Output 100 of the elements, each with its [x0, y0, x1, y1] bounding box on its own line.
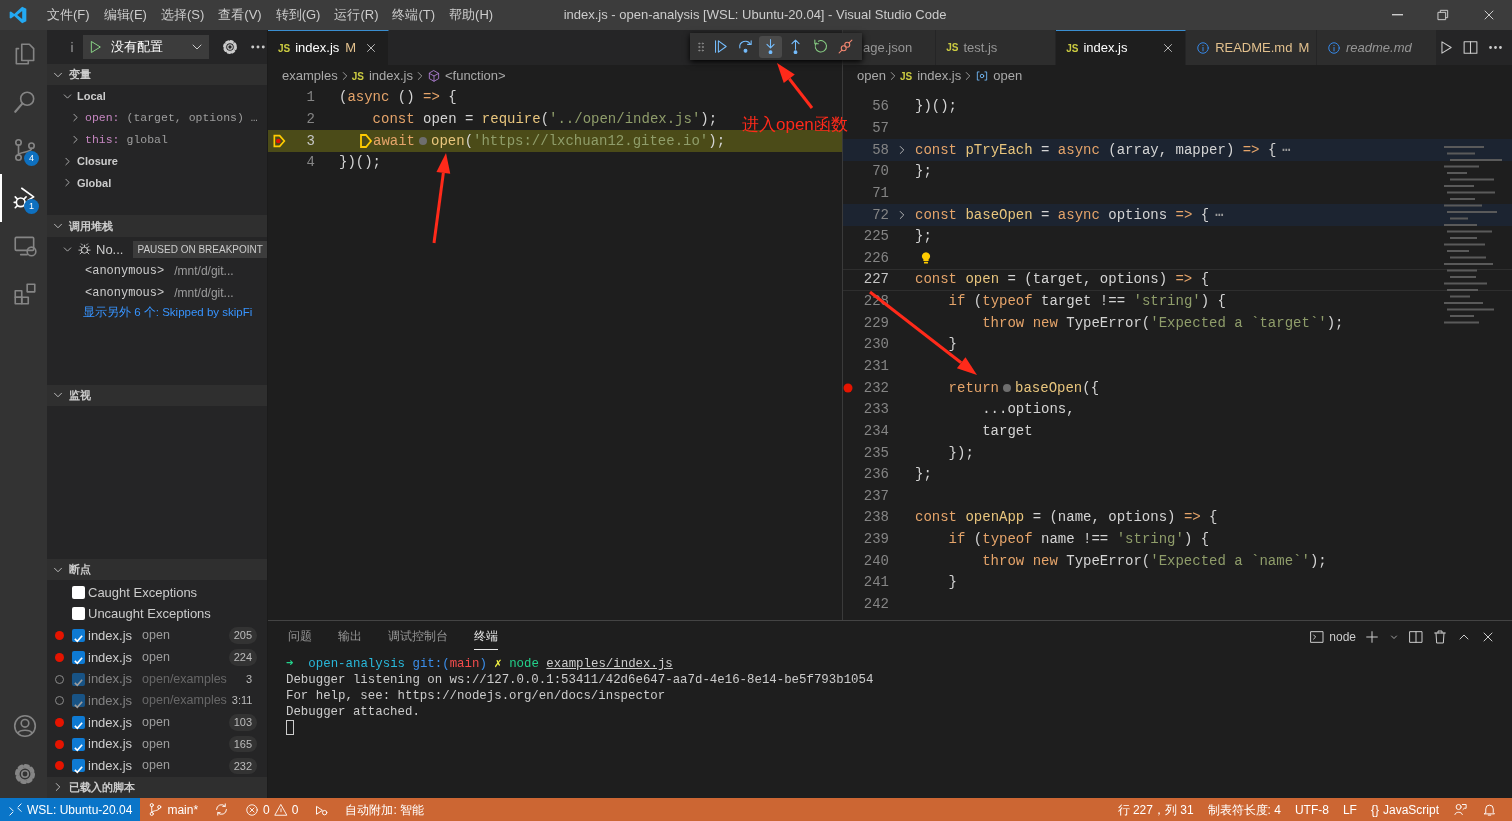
code-text: await	[373, 131, 415, 151]
warning-count[interactable]: 0	[291, 800, 299, 819]
file-name[interactable]: index.js	[88, 712, 133, 733]
pause-marker-icon	[359, 133, 373, 150]
terminal-line: Debugger attached.	[286, 704, 420, 720]
step-into-button[interactable]	[759, 35, 782, 58]
account-icon[interactable]	[11, 713, 38, 739]
section-title[interactable]: 监视	[69, 387, 91, 404]
file-name[interactable]: index.js	[88, 690, 133, 711]
line-number: 232	[862, 378, 889, 398]
editor-tab[interactable]: README.md M	[1186, 30, 1317, 65]
menu-item[interactable]: 编辑(E)	[96, 5, 154, 25]
code-text: throw new TypeError('Expected a `name`');	[982, 551, 1327, 571]
checkbox[interactable]	[72, 607, 85, 621]
line-number: 70	[871, 162, 889, 182]
checkbox[interactable]	[72, 672, 85, 686]
count-badge: 1	[24, 199, 39, 214]
file-path: open/examples	[142, 670, 227, 688]
config-dropdown[interactable]: 没有配置	[83, 35, 209, 59]
file-name[interactable]: index.js	[88, 625, 133, 646]
scope-label[interactable]: Global	[77, 174, 112, 192]
menu-item[interactable]: 终端(T)	[385, 5, 443, 25]
panel-tab[interactable]: 问题	[288, 624, 312, 650]
checkbox[interactable]	[72, 585, 85, 599]
checkbox[interactable]	[72, 759, 85, 773]
file-name[interactable]: index.js	[88, 756, 133, 776]
window-title: index.js - open-analysis [WSL: Ubuntu-20.04] - Visual Studio Code	[562, 6, 948, 25]
line-number: 58	[871, 140, 889, 160]
status-item[interactable]: UTF-8	[1294, 800, 1329, 819]
checkbox[interactable]	[72, 737, 85, 751]
feedback-icon[interactable]	[1453, 802, 1468, 817]
breadcrumb-item[interactable]: index.js	[917, 66, 962, 86]
settings-icon[interactable]	[221, 38, 239, 56]
status-item[interactable]: 制表符长度: 4	[1207, 800, 1281, 819]
line-number: 236	[862, 465, 889, 485]
file-name[interactable]: index.js	[88, 647, 133, 668]
remote-icon[interactable]	[8, 802, 23, 817]
thread-name[interactable]: No...	[96, 239, 124, 260]
annotation-arrow	[777, 63, 814, 109]
checkbox[interactable]	[72, 650, 85, 664]
split-terminal-icon[interactable]	[1408, 629, 1424, 645]
status-item[interactable]: 自动附加: 智能	[345, 800, 425, 819]
code-text: };	[915, 162, 932, 182]
file-name[interactable]: index.js	[88, 669, 133, 689]
extensions-icon[interactable]	[11, 281, 38, 307]
menu-item[interactable]: 转到(G)	[268, 5, 328, 25]
section-title[interactable]: 调用堆栈	[69, 217, 113, 235]
checkbox[interactable]	[72, 694, 85, 708]
frame-name[interactable]: <anonymous>	[85, 262, 165, 281]
file-path: open	[142, 735, 170, 753]
menu-item[interactable]: 运行(R)	[327, 5, 386, 25]
plus-icon[interactable]	[1364, 629, 1380, 645]
breadcrumb-item[interactable]: open	[993, 66, 1023, 86]
editor-tab[interactable]: JS index.js	[1056, 30, 1187, 65]
line-number: 227	[862, 270, 889, 290]
js-file-icon: JS	[351, 68, 364, 84]
frame-name[interactable]: <anonymous>	[85, 283, 165, 302]
terminal-name[interactable]: node	[1329, 628, 1356, 646]
scope-label[interactable]: Local	[77, 87, 106, 105]
line-number: 72	[871, 205, 889, 225]
trash-icon[interactable]	[1432, 629, 1448, 645]
status-item[interactable]: JavaScript	[1382, 800, 1439, 819]
editor-tab[interactable]: readme.md	[1317, 30, 1437, 65]
checkbox[interactable]	[72, 715, 85, 729]
panel-tab[interactable]: 调试控制台	[388, 624, 448, 650]
menu-item[interactable]: 帮助(H)	[442, 5, 501, 25]
breadcrumb-item[interactable]: open	[857, 66, 886, 86]
section-title[interactable]: 断点	[69, 561, 91, 578]
menu-item[interactable]: 选择(S)	[153, 5, 212, 25]
show-more-link[interactable]: 显示另外 6 个: Skipped by skipFi	[83, 304, 253, 322]
status-item[interactable]: main*	[167, 800, 199, 819]
breadcrumb-item[interactable]: examples	[282, 66, 338, 86]
panel-tab[interactable]: 终端	[474, 623, 498, 651]
editor-tab[interactable]: JS index.js M	[268, 30, 390, 65]
editor-tab[interactable]: JS test.js	[936, 30, 1057, 65]
error-count[interactable]: 0	[263, 800, 270, 819]
line-number: 226	[862, 248, 889, 268]
breadcrumb-item[interactable]: <function>	[444, 66, 506, 86]
variable-icon	[975, 69, 990, 83]
terminal-icon[interactable]	[1309, 629, 1326, 645]
checkbox[interactable]	[72, 629, 85, 643]
breadcrumb-item[interactable]: index.js	[368, 66, 413, 86]
exception-label: Caught Exceptions	[88, 583, 198, 602]
status-item[interactable]: LF	[1342, 800, 1357, 819]
terminal-cursor	[286, 720, 294, 735]
section-title[interactable]: 变量	[69, 66, 91, 83]
cube-icon	[426, 69, 441, 83]
split-editor-icon[interactable]	[1462, 39, 1479, 56]
panel-tab[interactable]: 输出	[338, 624, 362, 650]
bell-icon[interactable]	[1482, 802, 1497, 817]
menu-item[interactable]: 查看(V)	[211, 5, 269, 25]
scope-label[interactable]: Closure	[77, 153, 118, 170]
sync-icon[interactable]	[214, 802, 230, 817]
status-item[interactable]: 行 227，列 31	[1117, 800, 1194, 819]
branch-icon[interactable]	[148, 802, 164, 817]
line-number: 2	[305, 109, 315, 129]
file-name[interactable]: index.js	[88, 734, 133, 754]
code-text: (async () => {	[339, 88, 457, 108]
menu-item[interactable]: 文件(F)	[40, 5, 97, 25]
line-number: 241	[862, 573, 889, 593]
